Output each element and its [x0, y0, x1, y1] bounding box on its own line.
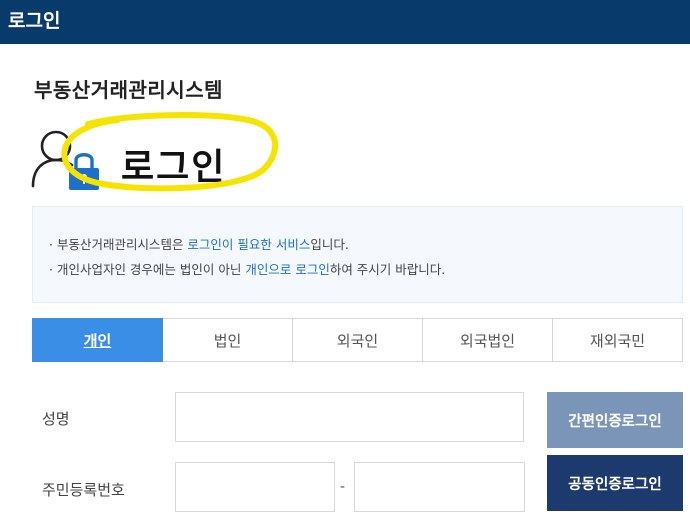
system-title: 부동산거래관리시스템 [34, 78, 223, 102]
login-heading: 로그인 [121, 147, 227, 188]
tab-foreign-corporation[interactable]: 외국법인 [423, 318, 553, 362]
rrn-back-input[interactable] [354, 462, 525, 512]
info-line-2: · 개인사업자인 경우에는 법인이 아닌 개인으로 로그인하여 주시기 바랍니다… [49, 259, 445, 278]
info-line-1-highlight: 로그인이 필요한 서비스 [187, 237, 311, 252]
tab-corporation[interactable]: 법인 [163, 318, 293, 362]
tab-foreigner[interactable]: 외국인 [293, 318, 423, 362]
tab-individual[interactable]: 개인 [32, 318, 163, 362]
tab-overseas-korean[interactable]: 재외국민 [553, 318, 683, 362]
info-line-1-suffix: 입니다. [310, 237, 349, 252]
simple-cert-login-button[interactable]: 간편인증로그인 [547, 392, 683, 448]
info-line-1-prefix: · 부동산거래관리시스템은 [49, 237, 188, 252]
name-input[interactable] [175, 392, 524, 442]
name-label: 성명 [42, 410, 70, 428]
header-title: 로그인 [8, 10, 61, 32]
info-line-2-prefix: · 개인사업자인 경우에는 법인이 아닌 [49, 262, 246, 277]
joint-cert-login-button[interactable]: 공동인증로그인 [547, 455, 683, 511]
info-line-1: · 부동산거래관리시스템은 로그인이 필요한 서비스입니다. [49, 234, 349, 253]
user-lock-icon [31, 130, 99, 190]
info-line-2-highlight: 개인으로 로그인 [245, 262, 330, 277]
top-header-bar: 로그인 [0, 0, 690, 44]
rrn-front-input[interactable] [175, 462, 335, 512]
rrn-separator: - [340, 479, 346, 495]
info-line-2-suffix: 하여 주시기 바랍니다. [329, 262, 446, 277]
rrn-label: 주민등록번호 [42, 481, 125, 499]
user-type-tabs: 개인 법인 외국인 외국법인 재외국민 [32, 318, 683, 362]
info-notice-box: · 부동산거래관리시스템은 로그인이 필요한 서비스입니다. · 개인사업자인 … [32, 206, 683, 303]
